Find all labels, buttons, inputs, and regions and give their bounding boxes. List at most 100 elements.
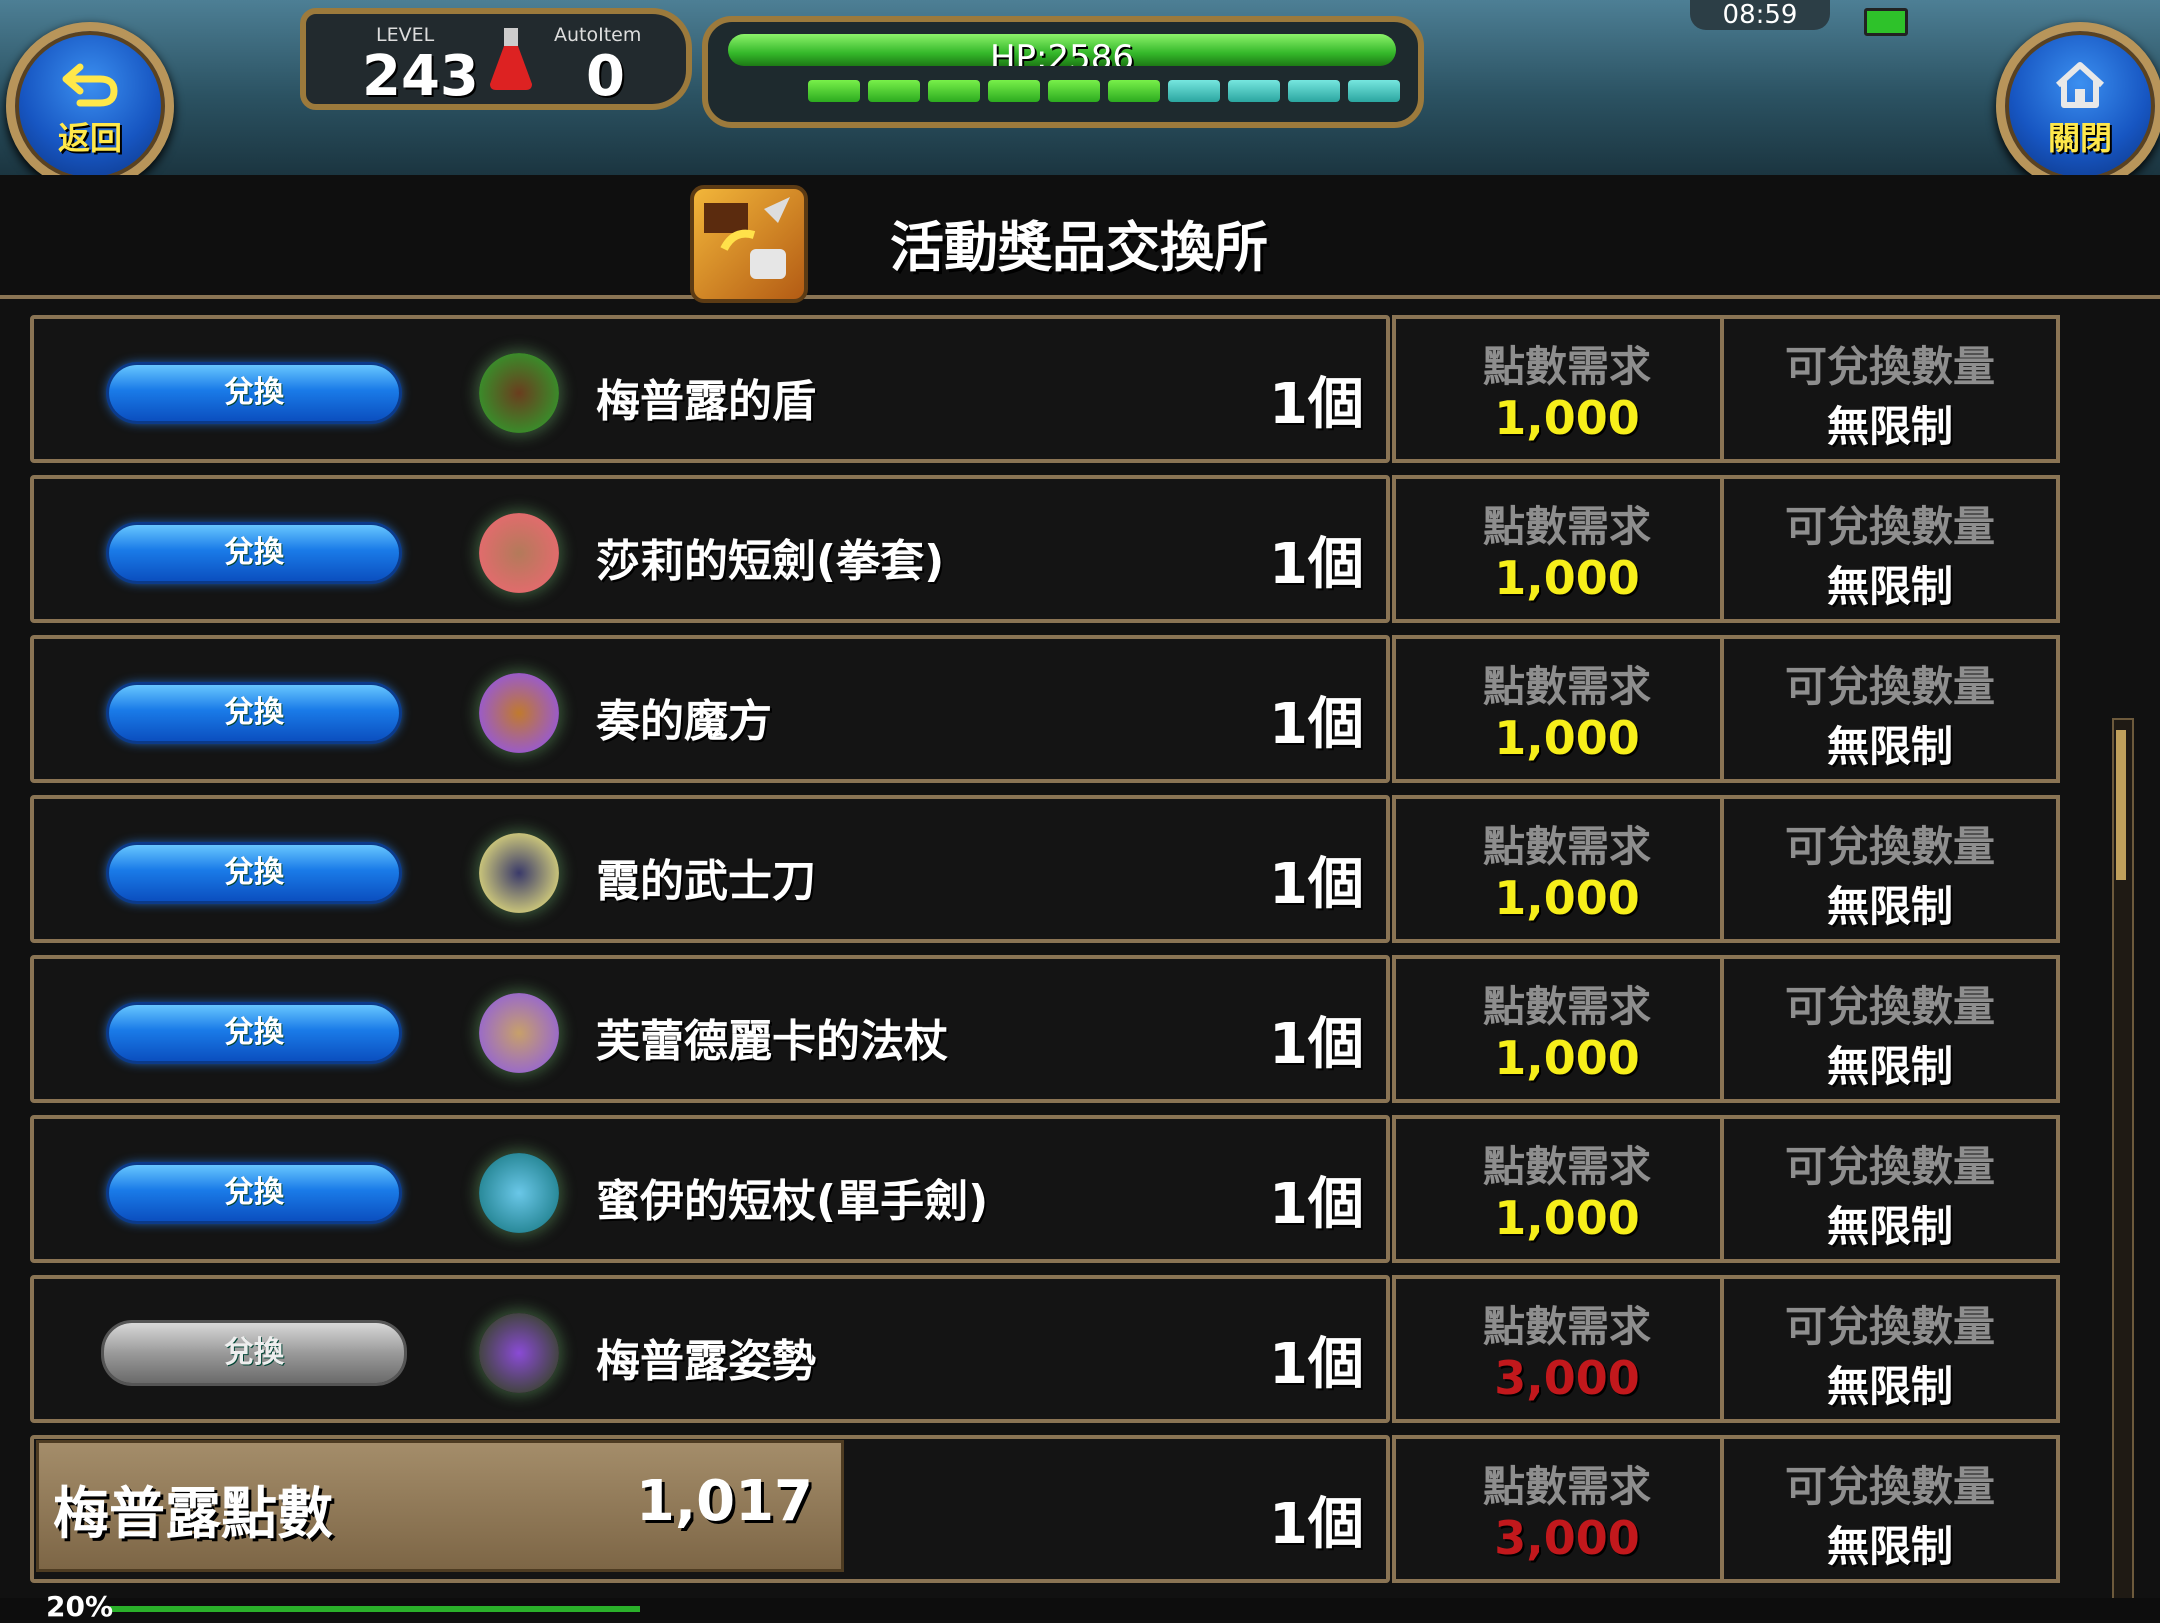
item-name: 梅普露姿勢 <box>596 1336 816 1387</box>
exchange-button[interactable]: 兌換 <box>109 845 399 901</box>
reward-item-cell: 兌換 莎莉的短劍(拳套) 1個 <box>30 475 1390 623</box>
limit-cell: 可兌換數量 無限制 <box>1720 635 2060 783</box>
autoitem-caption: AutoItem <box>554 24 642 46</box>
cost-cell: 點數需求 1,000 <box>1392 795 1742 943</box>
item-quantity: 1個 <box>1269 1012 1364 1077</box>
close-button[interactable]: 關閉 <box>1996 22 2160 190</box>
reward-row: 兌換 蜜伊的短杖(單手劍) 1個 點數需求 1,000 可兌換數量 無限制 <box>30 1115 2060 1263</box>
exchange-button[interactable]: 兌換 <box>109 1005 399 1061</box>
cost-label: 點數需求 <box>1482 502 1651 551</box>
limit-cell: 可兌換數量 無限制 <box>1720 955 2060 1103</box>
cost-cell: 點數需求 1,000 <box>1392 315 1742 463</box>
cost-value: 3,000 <box>1494 1351 1640 1405</box>
limit-cell: 可兌換數量 無限制 <box>1720 1435 2060 1583</box>
exp-bar-fill <box>110 1606 640 1612</box>
exchange-button[interactable]: 兌換 <box>109 1165 399 1221</box>
hp-bar: HP:2586 <box>728 34 1396 66</box>
home-icon <box>2055 62 2105 108</box>
reward-row: 兌換 霞的武士刀 1個 點數需求 1,000 可兌換數量 無限制 <box>30 795 2060 943</box>
item-quantity: 1個 <box>1269 852 1364 917</box>
cost-cell: 點數需求 3,000 <box>1392 1275 1742 1423</box>
reward-item-cell: 兌換 芙蕾德麗卡的法杖 1個 <box>30 955 1390 1103</box>
points-label: 梅普露點數 <box>53 1482 333 1547</box>
cost-value: 1,000 <box>1494 1031 1640 1085</box>
limit-cell: 可兌換數量 無限制 <box>1720 1115 2060 1263</box>
level-panel: LEVEL 243 AutoItem 0 <box>300 8 692 110</box>
cost-cell: 點數需求 1,000 <box>1392 475 1742 623</box>
item-quantity: 1個 <box>1269 1492 1364 1557</box>
exchange-button[interactable]: 兌換 <box>109 365 399 421</box>
exchange-button[interactable]: 兌換 <box>109 685 399 741</box>
cost-cell: 點數需求 3,000 <box>1392 1435 1742 1583</box>
item-name: 莎莉的短劍(拳套) <box>596 536 945 587</box>
clock: 08:59 <box>1690 0 1830 30</box>
stamina-segment <box>988 80 1040 102</box>
limit-value: 無限制 <box>1826 402 1953 451</box>
scrollbar[interactable] <box>2112 718 2134 1602</box>
cost-value: 1,000 <box>1494 711 1640 765</box>
reward-list: 兌換 梅普露的盾 1個 點數需求 1,000 可兌換數量 無限制 兌換 莎莉的短劍(拳套) 1個點… <box>30 315 2060 1620</box>
back-label: 返回 <box>57 119 122 157</box>
exchange-button[interactable]: 兌換 <box>109 525 399 581</box>
limit-label: 可兌換數量 <box>1784 662 1995 711</box>
cost-cell: 點數需求 1,000 <box>1392 1115 1742 1263</box>
potion-icon <box>490 28 532 90</box>
cost-value: 1,000 <box>1494 551 1640 605</box>
back-arrow-icon <box>62 63 118 107</box>
limit-label: 可兌換數量 <box>1784 1462 1995 1511</box>
limit-value: 無限制 <box>1826 882 1953 931</box>
limit-cell: 可兌換數量 無限制 <box>1720 1275 2060 1423</box>
limit-cell: 可兌換數量 無限制 <box>1720 795 2060 943</box>
reward-item-cell: 兌換 梅普露姿勢 1個 <box>30 1275 1390 1423</box>
stamina-segment <box>1348 80 1400 102</box>
katana-icon <box>479 833 559 913</box>
cost-label: 點數需求 <box>1482 662 1651 711</box>
reward-item-cell: 兌換 霞的武士刀 1個 <box>30 795 1390 943</box>
pose-icon <box>479 1313 559 1393</box>
title-band: 活動獎品交換所 <box>0 175 2160 303</box>
reward-row: 兌換 莎莉的短劍(拳套) 1個 點數需求 1,000 可兌換數量 無限制 <box>30 475 2060 623</box>
cost-cell: 點數需求 1,000 <box>1392 635 1742 783</box>
cost-value: 1,000 <box>1494 391 1640 445</box>
stamina-segment <box>1168 80 1220 102</box>
stamina-segment <box>1048 80 1100 102</box>
cost-value: 3,000 <box>1494 1511 1640 1565</box>
reward-item-cell: 兌換 梅普露的盾 1個 <box>30 315 1390 463</box>
top-status-bar: 返回 LEVEL 243 AutoItem 0 HP:2586 08:59 關閉 <box>0 0 2160 190</box>
stamina-segment <box>1228 80 1280 102</box>
limit-value: 無限制 <box>1826 1042 1953 1091</box>
cost-label: 點數需求 <box>1482 1462 1651 1511</box>
scroll-thumb[interactable] <box>2116 730 2126 880</box>
item-name: 霞的武士刀 <box>596 856 816 907</box>
cube-icon <box>479 673 559 753</box>
shield-icon <box>479 353 559 433</box>
reward-row: 兌換 奏的魔方 1個 點數需求 1,000 可兌換數量 無限制 <box>30 635 2060 783</box>
stamina-segment <box>928 80 980 102</box>
item-name: 芙蕾德麗卡的法杖 <box>596 1016 948 1067</box>
reward-item-cell: 兌換 奏的魔方 1個 <box>30 635 1390 783</box>
limit-label: 可兌換數量 <box>1784 342 1995 391</box>
cost-label: 點數需求 <box>1482 1302 1651 1351</box>
battery-icon <box>1864 8 1908 36</box>
page-title: 活動獎品交換所 <box>890 216 1268 279</box>
limit-value: 無限制 <box>1826 1202 1953 1251</box>
level-value: 243 <box>362 44 479 109</box>
cost-value: 1,000 <box>1494 1191 1640 1245</box>
exchange-shop-icon <box>690 185 808 303</box>
item-quantity: 1個 <box>1269 532 1364 597</box>
stamina-segment <box>868 80 920 102</box>
reward-item-cell: 兌換 蜜伊的短杖(單手劍) 1個 <box>30 1115 1390 1263</box>
item-name: 梅普露的盾 <box>596 376 816 427</box>
stamina-gauge <box>808 80 1400 102</box>
cost-label: 點數需求 <box>1482 1142 1651 1191</box>
cost-value: 1,000 <box>1494 871 1640 925</box>
hp-text: HP:2586 <box>989 38 1135 66</box>
stamina-segment <box>1288 80 1340 102</box>
exchange-button[interactable]: 兌換 <box>104 1323 404 1383</box>
item-name: 奏的魔方 <box>596 696 772 747</box>
cost-label: 點數需求 <box>1482 342 1651 391</box>
reward-row: 兌換 芙蕾德麗卡的法杖 1個 點數需求 1,000 可兌換數量 無限制 <box>30 955 2060 1103</box>
hp-panel: HP:2586 <box>702 16 1424 128</box>
back-button[interactable]: 返回 <box>6 22 174 190</box>
limit-value: 無限制 <box>1826 1522 1953 1571</box>
